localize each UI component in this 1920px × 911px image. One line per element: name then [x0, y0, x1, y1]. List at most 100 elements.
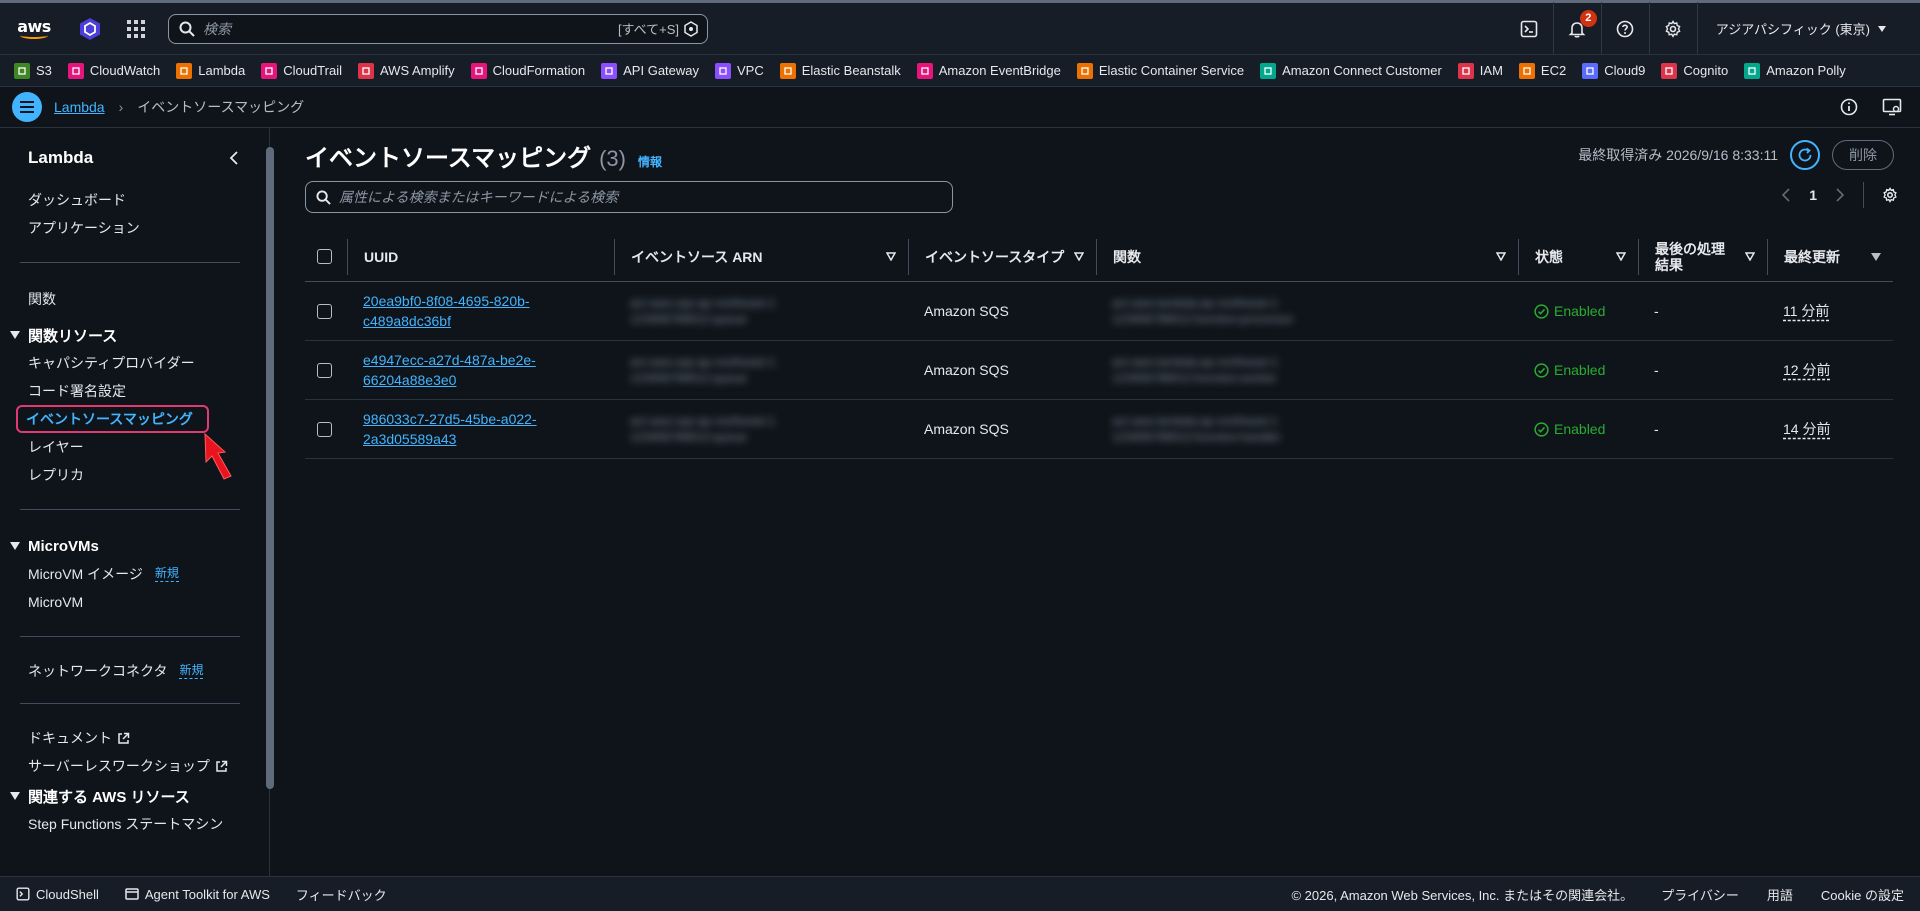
- column-header-last-modified[interactable]: 最終更新: [1767, 238, 1893, 275]
- row-checkbox[interactable]: [317, 303, 332, 319]
- screen-settings-icon[interactable]: [1882, 98, 1902, 116]
- global-search[interactable]: [すべて+S]: [168, 13, 708, 44]
- favorite-cloudwatch[interactable]: CloudWatch: [67, 62, 160, 79]
- agent-toolkit-button[interactable]: Agent Toolkit for AWS: [125, 887, 270, 902]
- sort-icon: [1616, 252, 1626, 261]
- service-icon: [1744, 62, 1761, 79]
- sidebar-item-microvm-image[interactable]: MicroVM イメージ 新規: [28, 560, 250, 588]
- sidebar-item-serverless-workshop[interactable]: サーバーレスワークショップ: [28, 752, 250, 780]
- last-modified-time[interactable]: 12 分前: [1783, 362, 1830, 378]
- chevron-right-icon[interactable]: [1835, 188, 1845, 202]
- favorite-cloudtrail[interactable]: CloudTrail: [261, 62, 342, 79]
- sidebar-item-capacity-providers[interactable]: キャパシティプロバイダー: [28, 349, 250, 377]
- column-header-state[interactable]: 状態: [1518, 238, 1638, 275]
- new-badge[interactable]: 新規: [154, 566, 179, 582]
- favorite-cloud9[interactable]: Cloud9: [1582, 62, 1645, 79]
- function-part: 123456789012:function:handler: [1112, 430, 1281, 444]
- sidebar-item-code-signing[interactable]: コード署名設定: [28, 377, 250, 405]
- new-badge[interactable]: 新規: [179, 663, 204, 679]
- favorite-lambda[interactable]: Lambda: [176, 62, 245, 79]
- favorite-cloudformation[interactable]: CloudFormation: [470, 62, 585, 79]
- status-text: Enabled: [1554, 362, 1606, 378]
- services-menu-icon[interactable]: [124, 17, 148, 41]
- table-row[interactable]: e4947ecc-a27d-487a-be2e- 66204a88e3e0 arn:…: [305, 341, 1893, 400]
- uuid-link[interactable]: e4947ecc-a27d-487a-be2e- 66204a88e3e0: [363, 352, 536, 388]
- settings-button[interactable]: [1650, 1, 1698, 56]
- breadcrumb-bar: Lambda › イベントソースマッピング: [0, 86, 1920, 128]
- filter-search-input[interactable]: [339, 189, 942, 205]
- favorite-amazon-polly[interactable]: Amazon Polly: [1744, 62, 1846, 79]
- favorite-s3[interactable]: S3: [14, 62, 52, 79]
- sidebar-item-microvm[interactable]: MicroVM: [28, 588, 250, 616]
- last-modified-time[interactable]: 14 分前: [1783, 421, 1830, 437]
- row-checkbox[interactable]: [317, 421, 332, 437]
- service-icon: [1457, 62, 1474, 79]
- hamburger-menu-icon[interactable]: [12, 92, 42, 122]
- gear-icon[interactable]: [1882, 187, 1898, 203]
- sidebar-item-documentation[interactable]: ドキュメント: [28, 724, 250, 752]
- table-row[interactable]: 986033c7-27d5-45be-a022- 2a3d05589a43 arn:…: [305, 400, 1893, 459]
- close-sidebar-icon[interactable]: [228, 151, 240, 165]
- sidebar-section-microvms[interactable]: MicroVMs: [10, 532, 250, 560]
- region-selector[interactable]: アジアパシフィック (東京): [1698, 3, 1904, 54]
- cookie-settings-link[interactable]: Cookie の設定: [1821, 885, 1904, 904]
- sidebar-section-function-resources[interactable]: 関数リソース: [10, 321, 250, 349]
- header-actions: 最終取得済み 2026/9/16 8:33:11 削除: [1578, 140, 1894, 170]
- favorite-api-gateway[interactable]: API Gateway: [601, 62, 699, 79]
- favorite-amazon-eventbridge[interactable]: Amazon EventBridge: [916, 62, 1061, 79]
- uuid-link[interactable]: 986033c7-27d5-45be-a022- 2a3d05589a43: [363, 411, 537, 447]
- sidebar-divider: [20, 636, 240, 637]
- column-header-function[interactable]: 関数: [1096, 238, 1518, 275]
- cloudshell-nav-button[interactable]: [1506, 1, 1554, 56]
- filter-search[interactable]: [305, 181, 953, 213]
- column-header-type[interactable]: イベントソースタイプ: [908, 238, 1096, 275]
- sidebar-item-step-functions[interactable]: Step Functions ステートマシン: [28, 810, 250, 838]
- delete-button[interactable]: 削除: [1832, 140, 1894, 170]
- page-number[interactable]: 1: [1809, 187, 1817, 203]
- sidebar-item-functions[interactable]: 関数: [28, 285, 250, 313]
- info-icon[interactable]: [1840, 98, 1858, 116]
- feedback-label: フィードバック: [295, 887, 387, 903]
- caret-down-icon: [1878, 25, 1886, 32]
- sidebar-item-applications[interactable]: アプリケーション: [28, 214, 250, 242]
- favorite-aws-amplify[interactable]: AWS Amplify: [357, 62, 455, 79]
- annotation-arrow-icon: [204, 432, 232, 480]
- sidebar-item-event-source-mappings[interactable]: イベントソースマッピング: [16, 405, 209, 433]
- help-button[interactable]: [1602, 1, 1650, 56]
- sidebar-item-dashboard[interactable]: ダッシュボード: [28, 186, 250, 214]
- table-row[interactable]: 20ea9bf0-8f08-4695-820b-c489a8dc36bf arn:…: [305, 282, 1893, 341]
- favorite-cognito[interactable]: Cognito: [1661, 62, 1728, 79]
- breadcrumb-lambda-link[interactable]: Lambda: [54, 99, 105, 115]
- favorite-vpc[interactable]: VPC: [715, 62, 764, 79]
- row-checkbox[interactable]: [317, 362, 332, 378]
- column-header-last-result[interactable]: 最後の処理結果: [1638, 238, 1767, 275]
- function-cell[interactable]: arn:aws:lambda:ap-northeast-1 12345678901…: [1096, 354, 1518, 386]
- terms-link[interactable]: 用語: [1767, 885, 1793, 904]
- favorite-amazon-connect-customer[interactable]: Amazon Connect Customer: [1260, 62, 1442, 79]
- function-cell[interactable]: arn:aws:lambda:ap-northeast-1 12345678901…: [1096, 295, 1518, 327]
- favorite-iam[interactable]: IAM: [1457, 62, 1503, 79]
- function-cell[interactable]: arn:aws:lambda:ap-northeast-1 12345678901…: [1096, 413, 1518, 445]
- unified-studio-icon[interactable]: [76, 15, 104, 43]
- favorite-elastic-beanstalk[interactable]: Elastic Beanstalk: [779, 62, 901, 79]
- chevron-left-icon[interactable]: [1781, 188, 1791, 202]
- sidebar-item-network-connector[interactable]: ネットワークコネクタ 新規: [28, 657, 250, 685]
- favorite-ec2[interactable]: EC2: [1518, 62, 1566, 79]
- select-all-checkbox[interactable]: [317, 249, 332, 264]
- feedback-button[interactable]: フィードバック: [296, 885, 387, 904]
- favorite-elastic-container-service[interactable]: Elastic Container Service: [1076, 62, 1244, 79]
- column-header-uuid[interactable]: UUID: [347, 238, 614, 275]
- last-modified-time[interactable]: 11 分前: [1783, 303, 1829, 319]
- refresh-button[interactable]: [1790, 140, 1820, 170]
- cloudshell-button[interactable]: CloudShell: [16, 887, 99, 902]
- uuid-link[interactable]: 20ea9bf0-8f08-4695-820b-c489a8dc36bf: [363, 293, 530, 329]
- column-header-arn[interactable]: イベントソース ARN: [614, 238, 908, 275]
- sidebar-scrollbar[interactable]: [266, 147, 274, 789]
- aws-logo[interactable]: aws: [16, 14, 52, 44]
- info-link[interactable]: 情報: [638, 153, 662, 170]
- sidebar-section-related-resources[interactable]: 関連する AWS リソース: [10, 782, 250, 810]
- notifications-button[interactable]: 2: [1554, 1, 1602, 56]
- global-search-input[interactable]: [203, 20, 618, 37]
- section-label: MicroVMs: [28, 537, 99, 555]
- privacy-link[interactable]: プライバシー: [1661, 885, 1739, 904]
